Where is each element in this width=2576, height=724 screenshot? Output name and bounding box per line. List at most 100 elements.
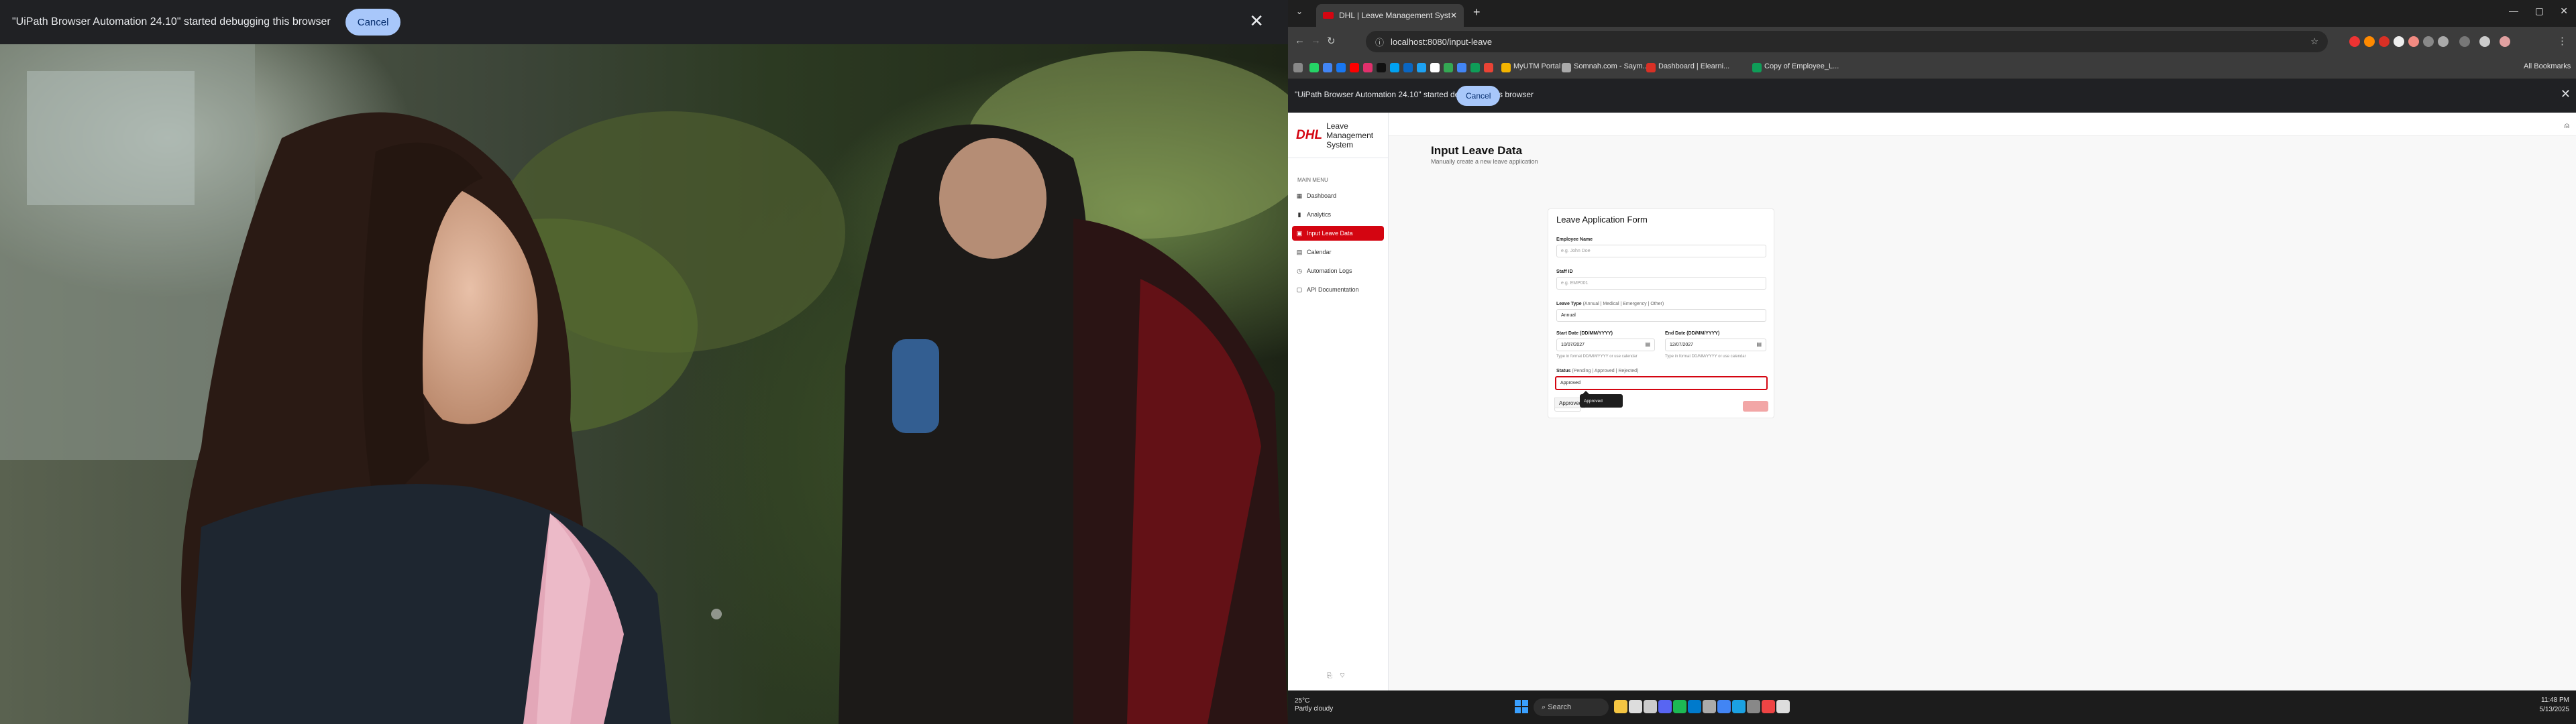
leave-type-input[interactable]: Annual	[1556, 309, 1766, 322]
sidebar-item-input-leave-data[interactable]: ▣ Input Leave Data	[1292, 226, 1384, 241]
sidebar-item-calendar[interactable]: ▤ Calendar	[1292, 245, 1384, 259]
minimize-icon[interactable]: —	[2509, 5, 2518, 16]
debug-cancel-button[interactable]: Cancel	[1456, 86, 1501, 106]
sidebar-item-analytics[interactable]: ▮ Analytics	[1292, 207, 1384, 222]
bookmark-elearning[interactable]: Dashboard | Elearni...	[1658, 62, 1729, 70]
bookmark-copy-employee[interactable]: Copy of Employee_L...	[1764, 62, 1839, 70]
menu-kebab-icon[interactable]: ⋮	[2557, 35, 2567, 47]
menu-title: MAIN MENU	[1297, 177, 1328, 183]
weather-widget[interactable]: 25°C Partly cloudy	[1295, 697, 1333, 713]
all-bookmarks[interactable]: All Bookmarks	[2524, 62, 2571, 70]
new-tab-icon[interactable]: +	[1473, 5, 1481, 19]
close-icon[interactable]: ✕	[1249, 11, 1264, 32]
bookmark-icon[interactable]	[1444, 63, 1453, 72]
extension-icon[interactable]	[2349, 36, 2360, 47]
sidebar-footer: ⎘ ♡	[1327, 672, 1345, 680]
system-tray[interactable]: 11:48 PM 5/13/2025	[2540, 696, 2570, 715]
chrome-icon[interactable]	[1717, 700, 1731, 713]
apps-grid-icon[interactable]	[1293, 63, 1303, 72]
bookmark-icon[interactable]	[1484, 63, 1493, 72]
calendar-icon[interactable]: ▤	[1756, 341, 1762, 347]
browser-debug-infobar: "UiPath Browser Automation 24.10" starte…	[1288, 79, 2576, 113]
extension-icon[interactable]	[2459, 36, 2470, 47]
bookmark-icon[interactable]	[1501, 63, 1511, 72]
extension-icon[interactable]	[2394, 36, 2404, 47]
uipath-icon[interactable]	[1762, 700, 1775, 713]
file-explorer-icon[interactable]	[1614, 700, 1627, 713]
document-icon: ▢	[1296, 286, 1303, 293]
bookmark-icon[interactable]	[1403, 63, 1413, 72]
status-input[interactable]: Approved	[1555, 376, 1768, 390]
app-icon[interactable]	[1747, 700, 1760, 713]
address-bar[interactable]: ⓘ localhost:8080/input-leave ☆	[1366, 31, 2328, 52]
extension-icon[interactable]	[2379, 36, 2390, 47]
close-icon[interactable]: ✕	[2561, 87, 2571, 101]
bookmark-icon[interactable]	[1363, 63, 1373, 72]
profile-icon[interactable]	[2500, 36, 2510, 47]
bookmark-star-icon[interactable]: ☆	[2310, 36, 2318, 47]
submit-button[interactable]	[1743, 401, 1768, 412]
bookmark-icon[interactable]	[1309, 63, 1319, 72]
clock-date: 5/13/2025	[2539, 706, 2570, 713]
sidebar-item-automation-logs[interactable]: ◷ Automation Logs	[1292, 263, 1384, 278]
staff-id-input[interactable]: e.g. EMP001	[1556, 277, 1766, 290]
app-icon[interactable]	[1732, 700, 1746, 713]
tab-close-icon[interactable]: ✕	[1450, 11, 1457, 20]
bookmark-icon[interactable]	[1323, 63, 1332, 72]
window-close-icon[interactable]: ✕	[2560, 5, 2568, 17]
user-icon[interactable]: ⍝	[2565, 121, 2569, 131]
end-date-input[interactable]: 12/07/2027 ▤	[1665, 339, 1766, 351]
app-icon[interactable]	[1644, 700, 1657, 713]
leave-type-value: Annual	[1561, 313, 1576, 318]
bookmark-icon[interactable]	[1336, 63, 1346, 72]
employee-name-label: Employee Name	[1556, 237, 1593, 242]
calendar-icon[interactable]: ▤	[1645, 341, 1650, 347]
tab-leave-management[interactable]: DHL | Leave Management Syste ✕	[1316, 4, 1464, 27]
app-icon[interactable]	[1776, 700, 1790, 713]
github-icon[interactable]	[1430, 63, 1440, 72]
sheets-icon[interactable]	[1752, 63, 1762, 72]
bookmark-icon[interactable]	[1646, 63, 1656, 72]
bookmark-icon[interactable]	[1470, 63, 1480, 72]
bookmark-icon[interactable]: ⎘	[1327, 672, 1332, 680]
brand: DHL Leave Management System	[1288, 113, 1388, 158]
downloads-icon[interactable]	[2479, 36, 2490, 47]
spotify-icon[interactable]	[1673, 700, 1686, 713]
sidebar-item-api-documentation[interactable]: ▢ API Documentation	[1292, 282, 1384, 297]
extension-icon[interactable]	[2423, 36, 2434, 47]
video-scene	[0, 44, 1288, 724]
sidebar-item-dashboard[interactable]: ▦ Dashboard	[1292, 188, 1384, 203]
search-icon: ⌕	[1542, 703, 1548, 711]
extension-icon[interactable]	[2438, 36, 2449, 47]
bookmark-icon[interactable]	[1377, 63, 1386, 72]
bookmark-icon[interactable]	[1562, 63, 1571, 72]
windows-start-icon[interactable]	[1515, 700, 1528, 713]
taskbar-search[interactable]: ⌕ Search	[1534, 699, 1609, 716]
staff-id-placeholder: e.g. EMP001	[1561, 281, 1589, 286]
vscode-icon[interactable]	[1688, 700, 1701, 713]
start-date-input[interactable]: 10/07/2027 ▤	[1556, 339, 1655, 351]
bookmark-myutm[interactable]: MyUTM Portal	[1513, 62, 1560, 70]
employee-name-input[interactable]: e.g. John Doe	[1556, 245, 1766, 257]
app-icon[interactable]	[1629, 700, 1642, 713]
tab-strip: ⌄ DHL | Leave Management Syste ✕ + — ▢ ✕	[1288, 0, 2576, 27]
bookmark-icon[interactable]	[1390, 63, 1399, 72]
maximize-icon[interactable]: ▢	[2535, 5, 2544, 17]
app-icon[interactable]	[1703, 700, 1716, 713]
web-page: DHL Leave Management System MAIN MENU ▦ …	[1288, 113, 2576, 690]
browser-toolbar: ← → ↻ ⓘ localhost:8080/input-leave ☆ ⋮	[1288, 27, 2576, 56]
extension-icon[interactable]	[2408, 36, 2419, 47]
bookmark-icon[interactable]	[1350, 63, 1359, 72]
site-info-icon[interactable]: ⓘ	[1375, 36, 1384, 48]
extension-icon[interactable]	[2364, 36, 2375, 47]
heart-icon[interactable]: ♡	[1340, 672, 1345, 680]
discord-icon[interactable]	[1658, 700, 1672, 713]
bookmark-icon[interactable]	[1417, 63, 1426, 72]
debug-cancel-button[interactable]: Cancel	[345, 9, 401, 36]
forward-icon[interactable]: →	[1311, 35, 1321, 46]
reload-icon[interactable]: ↻	[1327, 35, 1336, 47]
bookmark-somnah[interactable]: Somnah.com - Saym...	[1574, 62, 1649, 70]
back-icon[interactable]: ←	[1295, 35, 1305, 46]
bookmark-icon[interactable]	[1457, 63, 1466, 72]
tab-search-icon[interactable]: ⌄	[1296, 7, 1303, 16]
